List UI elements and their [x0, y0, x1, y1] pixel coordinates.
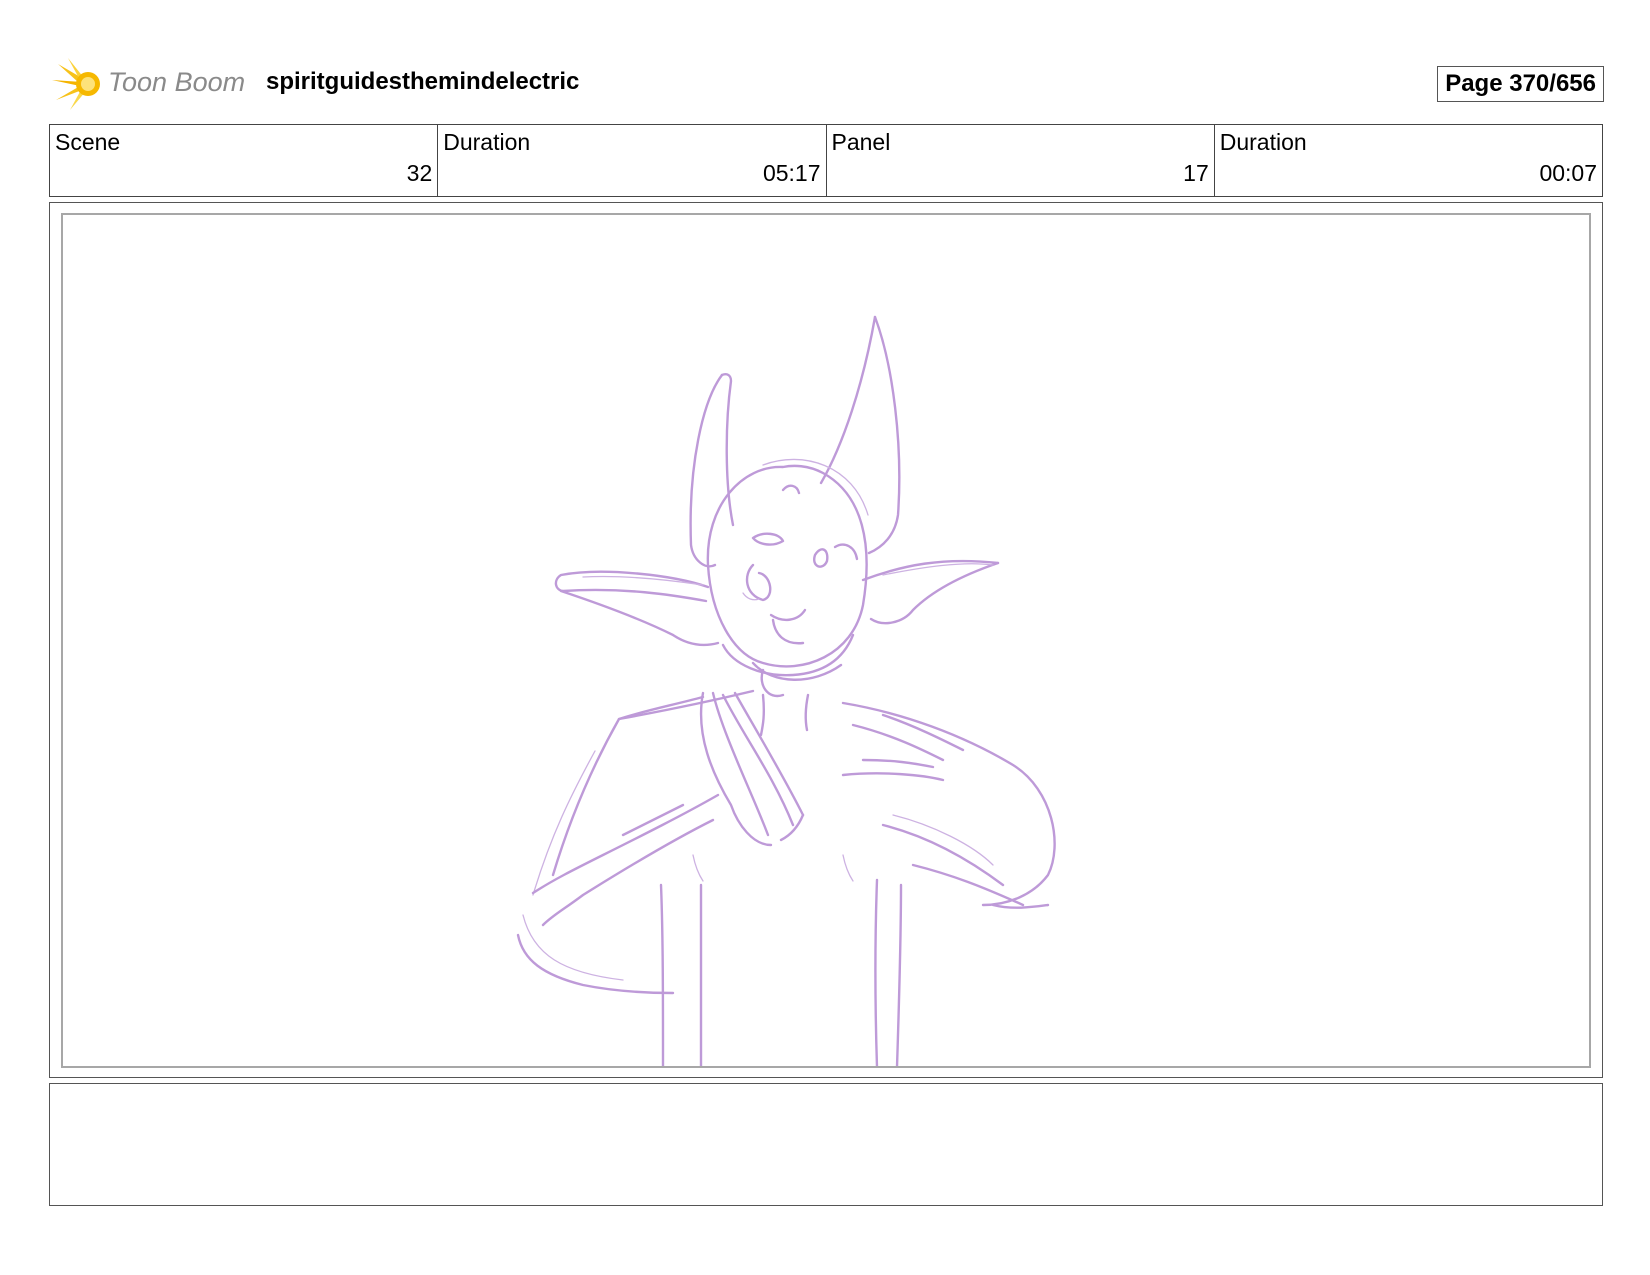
panel-notes-box [49, 1083, 1603, 1206]
scene-duration-label: Duration [443, 129, 531, 155]
panel-duration-cell: Duration 00:07 [1215, 125, 1602, 196]
project-title: spiritguidesthemindelectric [266, 68, 580, 95]
panel-image-box [49, 202, 1603, 1078]
panel-cell: Panel 17 [827, 125, 1215, 196]
logo-text: Toon Boom [108, 67, 246, 97]
scene-duration-value: 05:17 [762, 160, 821, 186]
page-number: Page 370/656 [1437, 66, 1604, 102]
panel-duration-label: Duration [1219, 129, 1307, 155]
panel-value: 17 [1183, 160, 1209, 186]
panel-label: Panel [831, 129, 891, 155]
toon-boom-logo: Toon Boom [52, 56, 252, 112]
panel-duration-value: 00:07 [1539, 160, 1597, 186]
scene-value: 32 [406, 160, 433, 186]
scene-cell: Scene 32 [50, 125, 439, 196]
panel-frame [61, 213, 1591, 1068]
scene-duration-cell: Duration 05:17 [438, 125, 827, 196]
storyboard-header: Toon Boom spiritguidesthemindelectric Pa… [52, 56, 1604, 112]
creature-sketch [516, 315, 1056, 1066]
starburst-icon [52, 58, 100, 110]
scene-info-table: Scene 32 Duration 05:17 Panel 17 Duratio… [49, 124, 1603, 197]
scene-label: Scene [55, 129, 121, 155]
